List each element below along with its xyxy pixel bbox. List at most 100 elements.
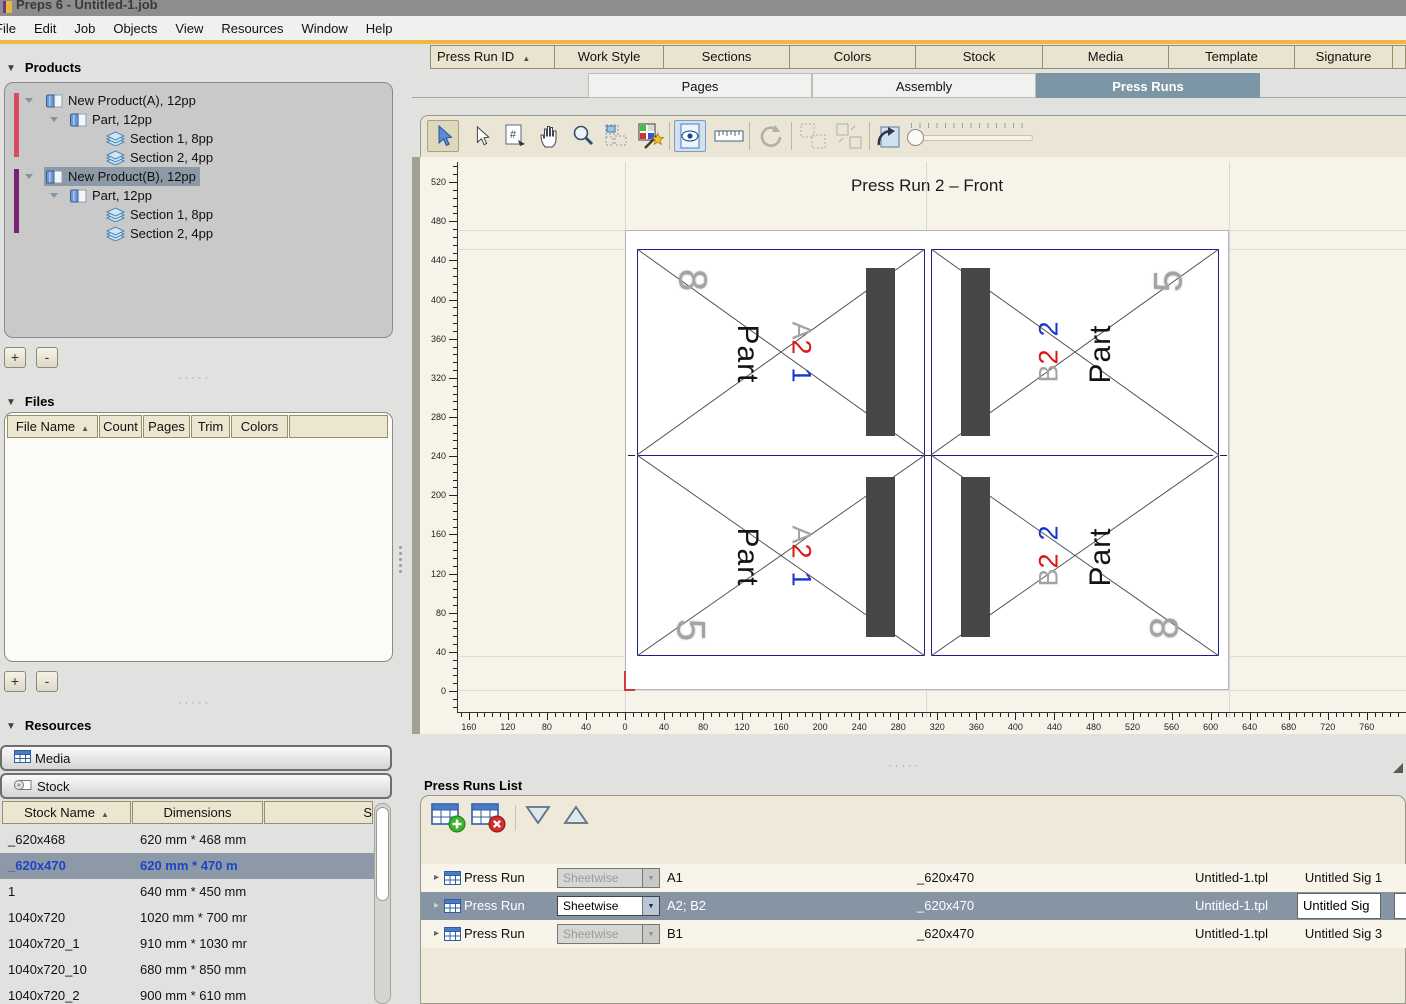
tree-expand-icon[interactable] [25,98,33,103]
resources-stock-bar[interactable]: Stock [0,773,392,799]
direct-select-tool-button[interactable] [465,120,497,152]
files-col-pages[interactable]: Pages [143,415,190,438]
tree-item[interactable]: Part, 12pp [5,110,392,129]
tree-item[interactable]: Section 2, 4pp [5,224,392,243]
stock-row[interactable]: 1040x720_10680 mm * 850 mm [0,957,374,983]
stock-row[interactable]: 1040x7201020 mm * 700 mr [0,905,374,931]
pr-col-sections[interactable]: Sections [663,45,790,69]
tab-assembly[interactable]: Assembly [812,73,1036,98]
add-product-button[interactable]: + [4,347,26,368]
pr-col-stock[interactable]: Stock [915,45,1043,69]
dropdown-arrow-icon[interactable]: ▼ [642,897,659,915]
panel-splitter-handle[interactable]: ····· [178,697,211,709]
pr-col-template[interactable]: Template [1168,45,1295,69]
menu-resources[interactable]: Resources [212,21,292,36]
tree-item-content[interactable]: New Product(B), 12pp [44,167,200,186]
press-run-row[interactable]: ▸Press RunSheetwise▼B1_620x470Untitled-1… [421,920,1406,948]
preview-button[interactable] [674,120,706,152]
rotate-sheet-button[interactable] [873,120,905,152]
remove-product-button[interactable]: - [36,347,58,368]
menu-objects[interactable]: Objects [104,21,166,36]
tree-item-content[interactable]: Part, 12pp [68,186,156,205]
work-style-dropdown[interactable]: Sheetwise▼ [557,868,660,888]
resources-media-bar[interactable]: Media [0,745,392,771]
row-expander-icon[interactable]: ▸ [434,920,439,948]
tree-expand-icon[interactable] [50,193,58,198]
horizontal-splitter-handle[interactable]: ····· [888,760,921,772]
stock-row[interactable]: 1040x720_2900 mm * 610 mm [0,983,374,1004]
row-expander-icon[interactable]: ▸ [434,892,439,920]
menu-view[interactable]: View [166,21,212,36]
tree-item-content[interactable]: Section 1, 8pp [104,205,217,224]
products-header[interactable]: ▼Products [6,60,81,75]
pr-col-media[interactable]: Media [1042,45,1169,69]
layout-boxes-button[interactable] [797,120,829,152]
dropdown-arrow-icon[interactable]: ▼ [642,869,659,887]
stock-col-dimensions[interactable]: Dimensions [132,801,263,824]
menu-edit[interactable]: Edit [25,21,65,36]
stock-row[interactable]: 1040x720_1910 mm * 1030 mr [0,931,374,957]
stock-row[interactable]: 1640 mm * 450 mm [0,879,374,905]
vertical-splitter-handle[interactable] [399,546,402,573]
dropdown-arrow-icon[interactable]: ▼ [642,925,659,943]
remove-file-button[interactable]: - [36,671,58,692]
rotate-view-button[interactable] [755,120,787,152]
tree-item[interactable]: Section 2, 4pp [5,148,392,167]
delete-press-run-button[interactable] [471,803,507,833]
stock-col-name[interactable]: Stock Name▲ [2,801,131,824]
files-col-count[interactable]: Count [99,415,142,438]
stock-scrollbar-thumb[interactable] [376,807,389,901]
resources-header[interactable]: ▼Resources [6,718,91,733]
tab-press-runs[interactable]: Press Runs [1036,73,1260,98]
work-style-dropdown[interactable]: Sheetwise▼ [557,924,660,944]
files-col-filename[interactable]: File Name▲ [7,415,98,438]
stock-scrollbar[interactable] [374,803,391,1004]
files-col-colors[interactable]: Colors [231,415,288,438]
stock-row[interactable]: _620x468620 mm * 468 mm [0,827,374,853]
menu-job[interactable]: Job [65,21,104,36]
stock-col-partial[interactable]: S [264,801,373,824]
tree-item-content[interactable]: Part, 12pp [68,110,156,129]
files-header[interactable]: ▼Files [6,394,55,409]
title-bar[interactable]: Preps 6 - Untitled-1.job [0,0,1406,16]
tree-item-content[interactable]: Section 2, 4pp [104,148,217,167]
stock-row[interactable]: _620x470620 mm * 470 m [0,853,374,879]
zoom-tool-button[interactable] [567,120,599,152]
tree-item-content[interactable]: Section 2, 4pp [104,224,217,243]
resize-grip[interactable] [1393,763,1403,773]
row-expander-icon[interactable]: ▸ [434,864,439,892]
add-press-run-button[interactable] [431,803,467,833]
signature-edit-field[interactable]: Untitled Sig [1297,893,1381,919]
tab-pages[interactable]: Pages [588,73,812,98]
pr-col-colors[interactable]: Colors [789,45,916,69]
files-col-trim[interactable]: Trim [191,415,230,438]
press-run-row[interactable]: ▸Press RunSheetwise▼A1_620x470Untitled-1… [421,864,1406,892]
tree-item[interactable]: Part, 12pp [5,186,392,205]
move-press-run-up-button[interactable] [561,803,597,833]
pr-col-id[interactable]: Press Run ID▲ [430,45,555,69]
menu-help[interactable]: Help [357,21,402,36]
select-tool-button[interactable] [427,120,459,152]
menu-window[interactable]: Window [293,21,357,36]
select-pages-tool-button[interactable] [601,120,633,152]
page-number-tool-button[interactable]: # [499,120,531,152]
tree-item-content[interactable]: Section 1, 8pp [104,129,217,148]
zoom-slider-track[interactable] [909,135,1033,141]
align-boxes-button[interactable] [833,120,865,152]
tree-item-content[interactable]: New Product(A), 12pp [44,91,200,110]
zoom-slider-handle[interactable] [907,129,924,146]
tree-item[interactable]: New Product(B), 12pp [5,167,392,186]
template-editor-button[interactable] [635,120,667,152]
add-file-button[interactable]: + [4,671,26,692]
pr-col-signature[interactable]: Signature [1294,45,1393,69]
menu-file[interactable]: File [0,21,25,36]
press-run-row[interactable]: ▸Press RunSheetwise▼A2; B2_620x470Untitl… [421,892,1406,920]
tree-item[interactable]: Section 1, 8pp [5,129,392,148]
tree-item[interactable]: New Product(A), 12pp [5,91,392,110]
measure-tool-button[interactable] [713,120,745,152]
work-style-dropdown[interactable]: Sheetwise▼ [557,896,660,916]
move-press-run-down-button[interactable] [523,803,559,833]
pan-tool-button[interactable] [533,120,565,152]
pr-col-workstyle[interactable]: Work Style [554,45,664,69]
tree-expand-icon[interactable] [25,174,33,179]
